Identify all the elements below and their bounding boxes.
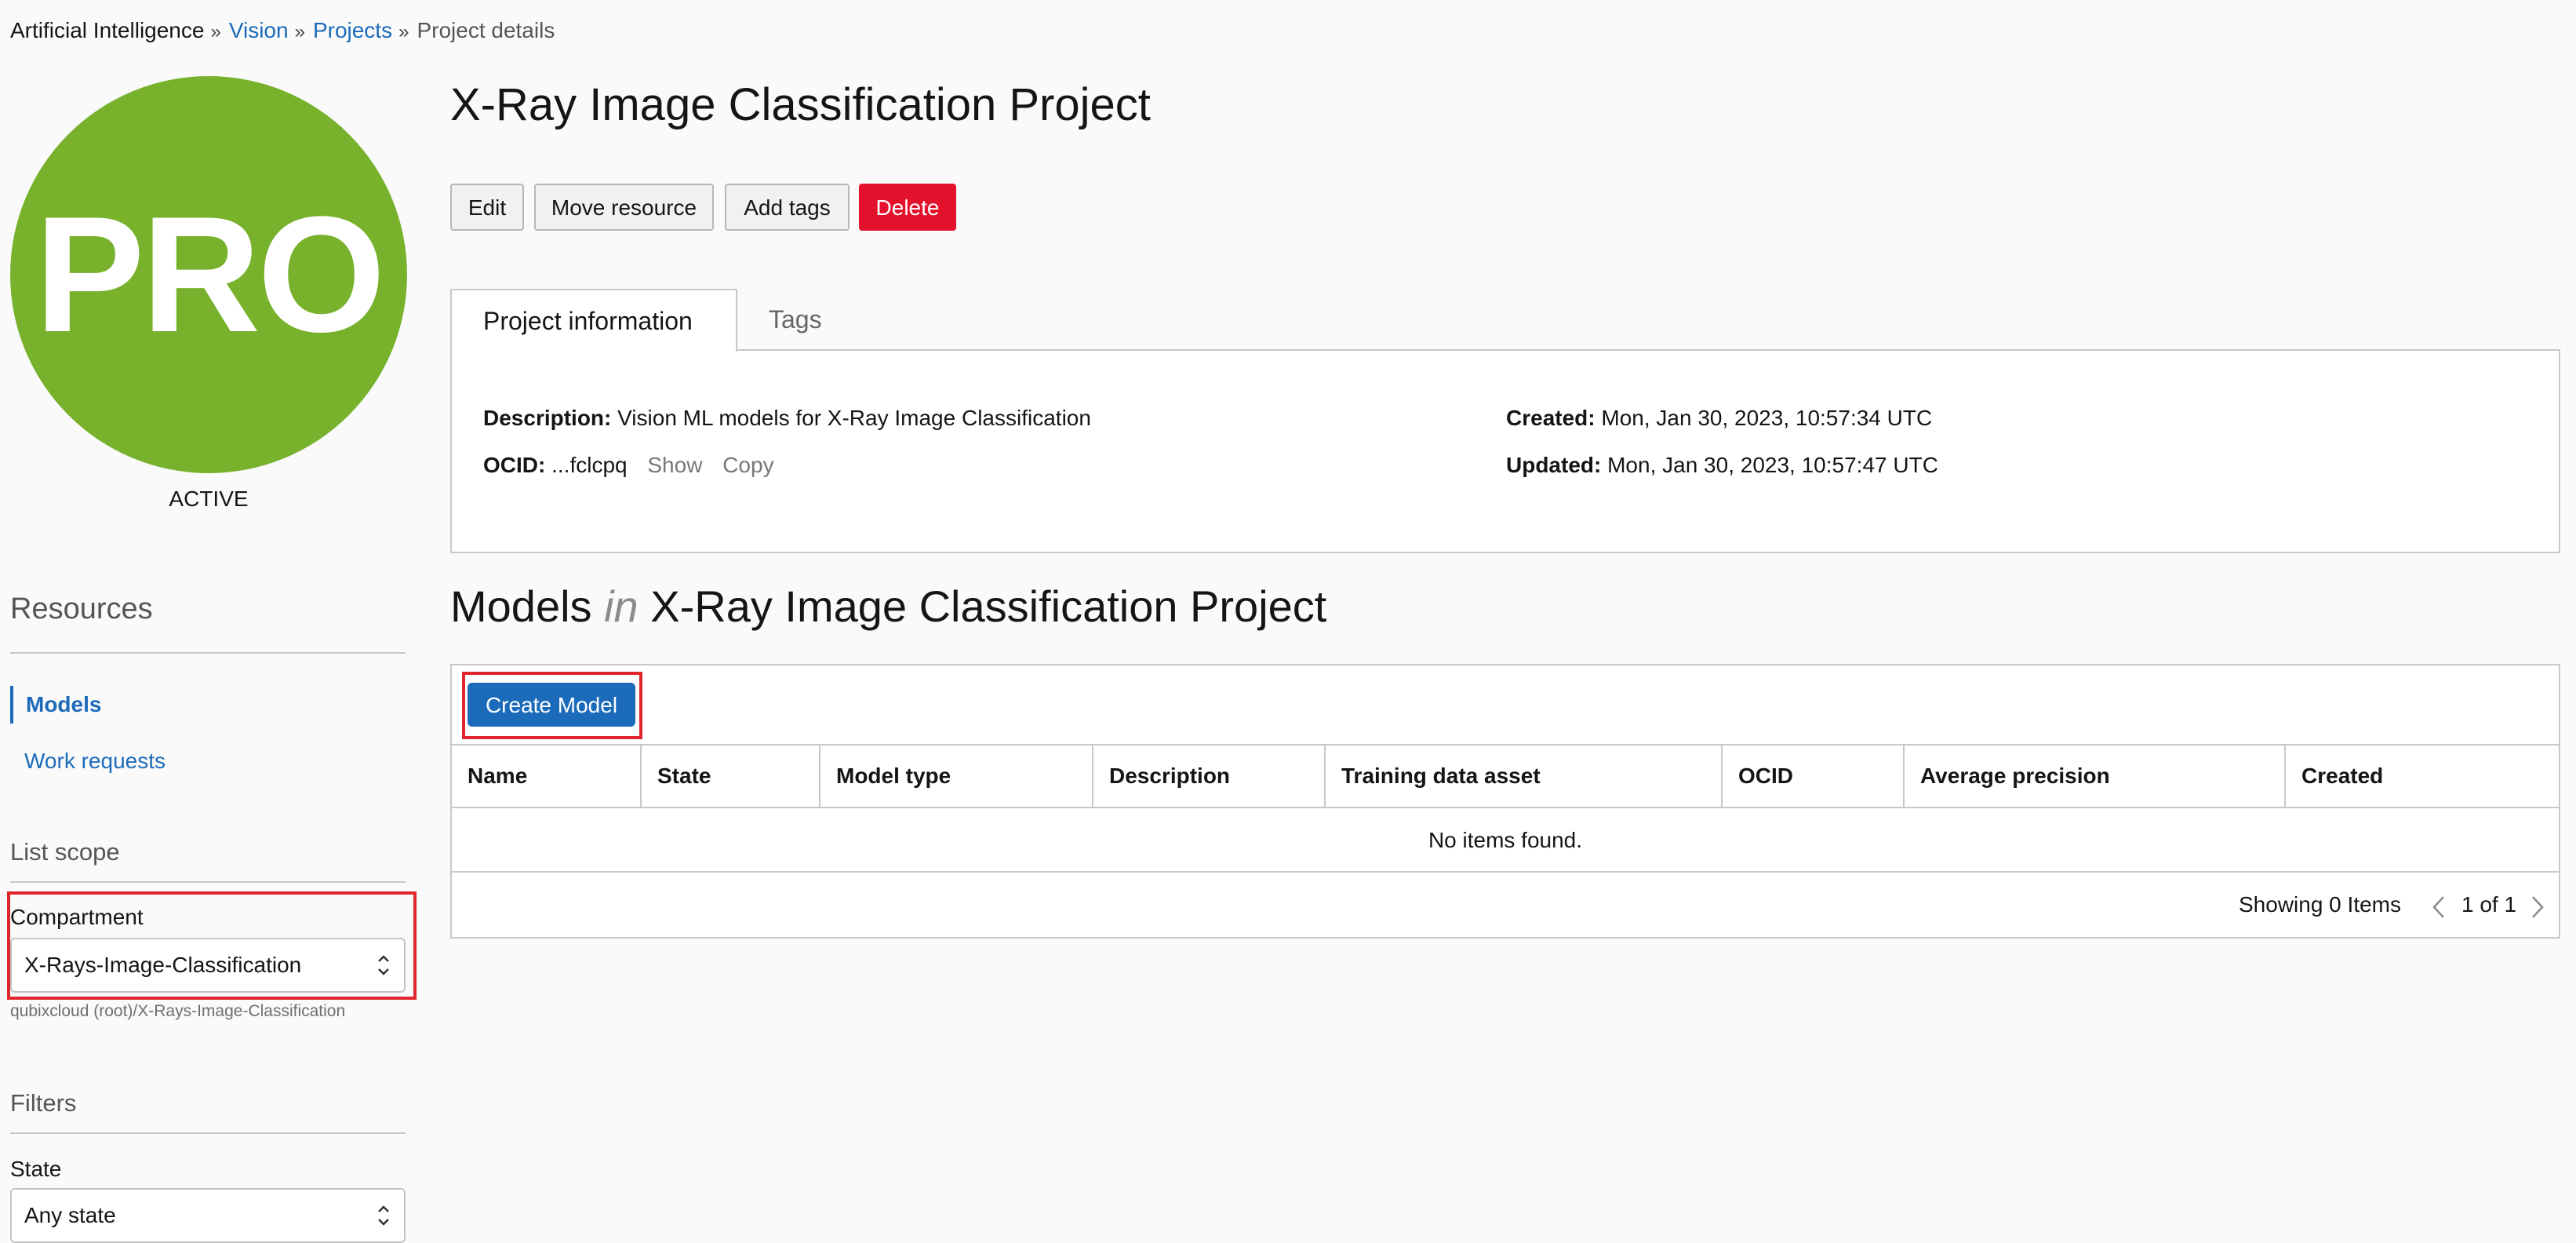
tab-project-information[interactable]: Project information	[450, 289, 737, 352]
breadcrumb-separator: »	[294, 21, 305, 42]
resources-heading: Resources	[10, 592, 153, 625]
models-title-prefix: Models	[450, 581, 592, 631]
resources-divider	[10, 652, 406, 654]
column-header-state[interactable]: State	[642, 745, 820, 807]
breadcrumb-separator: »	[210, 21, 221, 42]
breadcrumb-root: Artificial Intelligence	[10, 18, 205, 42]
compartment-select-value: X-Rays-Image-Classification	[24, 953, 302, 977]
status-label: ACTIVE	[169, 487, 249, 511]
breadcrumb-projects-link[interactable]: Projects	[313, 18, 392, 42]
models-title-suffix: X-Ray Image Classification Project	[650, 581, 1327, 631]
description-label: Description:	[483, 406, 612, 430]
filters-divider	[10, 1132, 406, 1134]
move-resource-button[interactable]: Move resource	[534, 184, 714, 231]
column-header-ocid[interactable]: OCID	[1723, 745, 1905, 807]
sidebar-item-models[interactable]: Models	[10, 686, 402, 724]
column-header-name[interactable]: Name	[452, 745, 642, 807]
showing-items-count: Showing 0 Items	[2239, 892, 2401, 917]
state-select[interactable]: Any state	[10, 1188, 406, 1243]
ocid-show-link[interactable]: Show	[647, 453, 702, 477]
next-page-icon[interactable]	[2529, 895, 2546, 920]
avatar-initials: PRO	[35, 182, 385, 366]
list-scope-heading: List scope	[10, 838, 120, 866]
updated-value: Mon, Jan 30, 2023, 10:57:47 UTC	[1607, 453, 1938, 477]
models-section-title: Models in X-Ray Image Classification Pro…	[450, 581, 1326, 632]
breadcrumb-separator: »	[398, 21, 409, 42]
edit-button[interactable]: Edit	[450, 184, 524, 231]
column-header-training-data-asset[interactable]: Training data asset	[1326, 745, 1723, 807]
created-row: Created: Mon, Jan 30, 2023, 10:57:34 UTC	[1506, 406, 1932, 431]
previous-page-icon[interactable]	[2430, 895, 2447, 920]
select-arrows-icon	[378, 1205, 389, 1226]
column-header-created[interactable]: Created	[2286, 745, 2559, 807]
breadcrumb: Artificial Intelligence» Vision» Projects»…	[10, 17, 555, 46]
description-value: Vision ML models for X-Ray Image Classif…	[617, 406, 1091, 430]
compartment-select[interactable]: X-Rays-Image-Classification	[10, 938, 406, 993]
breadcrumb-vision-link[interactable]: Vision	[229, 18, 289, 42]
updated-label: Updated:	[1506, 453, 1602, 477]
compartment-label: Compartment	[10, 905, 144, 929]
state-label: State	[10, 1157, 62, 1181]
description-row: Description: Vision ML models for X-Ray …	[483, 406, 1091, 431]
delete-button[interactable]: Delete	[859, 184, 956, 231]
models-table-panel: Create Model Name State Model type Descr…	[450, 664, 2560, 939]
list-scope-divider	[10, 881, 406, 883]
empty-table-message: No items found.	[452, 808, 2559, 873]
ocid-label: OCID:	[483, 453, 546, 477]
created-label: Created:	[1506, 406, 1595, 430]
project-info-panel: Description: Vision ML models for X-Ray …	[450, 349, 2560, 553]
column-header-average-precision[interactable]: Average precision	[1905, 745, 2286, 807]
column-header-model-type[interactable]: Model type	[820, 745, 1093, 807]
filters-heading: Filters	[10, 1089, 77, 1117]
project-avatar: PRO	[10, 76, 407, 473]
sidebar-item-work-requests[interactable]: Work requests	[10, 742, 402, 780]
updated-row: Updated: Mon, Jan 30, 2023, 10:57:47 UTC	[1506, 453, 1938, 478]
create-model-button[interactable]: Create Model	[468, 683, 635, 727]
breadcrumb-current: Project details	[417, 18, 555, 42]
ocid-row: OCID: ...fclcpq Show Copy	[483, 453, 774, 478]
models-title-in: in	[604, 581, 639, 631]
state-select-value: Any state	[24, 1203, 116, 1227]
table-header-row: Name State Model type Description Traini…	[452, 744, 2559, 808]
compartment-path: qubixcloud (root)/X-Rays-Image-Classific…	[10, 1002, 346, 1020]
ocid-copy-link[interactable]: Copy	[722, 453, 773, 477]
add-tags-button[interactable]: Add tags	[725, 184, 850, 231]
tab-tags[interactable]: Tags	[737, 289, 853, 350]
page-indicator: 1 of 1	[2461, 892, 2517, 917]
created-value: Mon, Jan 30, 2023, 10:57:34 UTC	[1601, 406, 1933, 430]
ocid-value: ...fclcpq	[551, 453, 628, 477]
page-title: X-Ray Image Classification Project	[450, 79, 1151, 130]
select-arrows-icon	[378, 955, 389, 975]
column-header-description[interactable]: Description	[1093, 745, 1326, 807]
